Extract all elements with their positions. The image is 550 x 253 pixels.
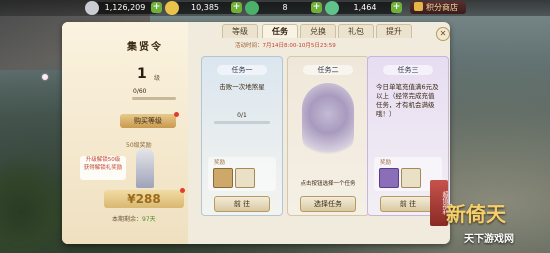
pass-xp: 0/60 xyxy=(133,88,147,95)
add-bound-jade-button[interactable]: + xyxy=(391,2,402,13)
pass-title: 集贤令 xyxy=(127,42,163,53)
tab-gift-pack[interactable]: 礼包 xyxy=(338,24,374,38)
task-2-hint: 点击按钮选择一个任务 xyxy=(300,181,356,187)
task-1-title: 任务一 xyxy=(231,66,253,74)
reward-speech-bubble: 升级解锁50级 获得解锁礼奖励 xyxy=(80,156,126,180)
add-silver-button[interactable]: + xyxy=(151,2,162,13)
pass-level-unit: 级 xyxy=(154,75,161,82)
purchase-price-button[interactable]: ¥288 xyxy=(104,190,184,208)
task-1-description: 击败一次地煞星 xyxy=(219,83,265,91)
purple-chest-icon[interactable] xyxy=(379,168,399,188)
jade-amount: 8 xyxy=(282,3,288,12)
task-1-reward-title: 奖励 xyxy=(214,160,226,166)
top-resource-bar: 1,126,209 + 10,385 + 8 + 1,464 + 积分商店 xyxy=(0,0,550,16)
bound-jade-amount: 1,464 xyxy=(353,3,377,12)
shop-icon xyxy=(414,2,423,11)
pine-tree xyxy=(0,150,70,253)
silver-resource: 1,126,209 + xyxy=(85,1,162,15)
remaining-time: 本期剩余：97天 xyxy=(112,214,156,223)
task-3-reward-title: 奖励 xyxy=(380,160,392,166)
watermark-logo: 天下游戏网 xyxy=(464,234,514,245)
task-card-1: 任务一 击败一次地煞星 0/1 奖励 前 往 xyxy=(201,56,283,216)
tab-tasks[interactable]: 任务 xyxy=(262,24,298,38)
remaining-prefix: 本期剩余： xyxy=(112,216,143,223)
points-shop-button[interactable]: 积分商店 xyxy=(410,1,466,14)
task-3-description: 今日单笔充值满6元及以上（经常完成充值任务，才有机会满级哦！） xyxy=(376,83,439,118)
task-2-title: 任务二 xyxy=(317,66,339,74)
silver-amount: 1,126,209 xyxy=(104,3,146,12)
select-task-button[interactable]: 选择任务 xyxy=(300,196,356,212)
reward-character-preview[interactable] xyxy=(136,148,154,188)
tab-exchange[interactable]: 兑换 xyxy=(300,24,336,38)
add-jade-button[interactable]: + xyxy=(311,2,322,13)
task-1-progress-bar xyxy=(214,121,270,124)
activity-time-range: 7月14日8:00-10月5日23:59 xyxy=(262,43,336,49)
task-1-progress: 0/1 xyxy=(237,112,247,119)
scroll-item-icon[interactable] xyxy=(401,168,421,188)
dragon-emblem xyxy=(302,83,354,161)
notification-dot xyxy=(174,112,179,117)
add-gold-button[interactable]: + xyxy=(231,2,242,13)
gold-amount: 10,385 xyxy=(191,3,219,12)
blossom-icon xyxy=(42,74,48,80)
task-1-go-button[interactable]: 前 往 xyxy=(214,196,270,212)
notification-dot xyxy=(180,188,185,193)
task-3-title: 任务三 xyxy=(397,66,419,74)
gold-resource: 10,385 + xyxy=(165,1,242,15)
tab-level[interactable]: 等级 xyxy=(222,24,258,38)
task-3-go-button[interactable]: 前 往 xyxy=(380,196,436,212)
task-card-2: 任务二 点击按钮选择一个任务 选择任务 xyxy=(287,56,369,216)
bound-jade-icon xyxy=(325,1,339,15)
pass-level-card xyxy=(62,22,188,244)
remaining-days: 97天 xyxy=(142,216,156,223)
activity-time: 活动时间：7月14日8:00-10月5日23:59 xyxy=(235,41,336,49)
tab-upgrade[interactable]: 提升 xyxy=(376,24,412,38)
jade-icon xyxy=(245,1,259,15)
pass-level: 1 xyxy=(137,66,147,82)
close-icon[interactable]: ✕ xyxy=(436,27,450,41)
bound-jade-resource: 1,464 + xyxy=(325,1,402,15)
buy-level-button[interactable]: 购买等级 xyxy=(120,114,176,128)
points-shop-label: 积分商店 xyxy=(426,3,458,12)
activity-time-prefix: 活动时间： xyxy=(235,43,263,49)
xp-progress-bar xyxy=(132,97,176,100)
silver-coin-icon xyxy=(85,1,99,15)
treasure-chest-icon[interactable] xyxy=(213,168,233,188)
gold-ingot-icon xyxy=(165,1,179,15)
scroll-item-icon[interactable] xyxy=(235,168,255,188)
jade-resource: 8 + xyxy=(245,1,322,15)
task-1-reward-box: 奖励 xyxy=(208,157,276,191)
